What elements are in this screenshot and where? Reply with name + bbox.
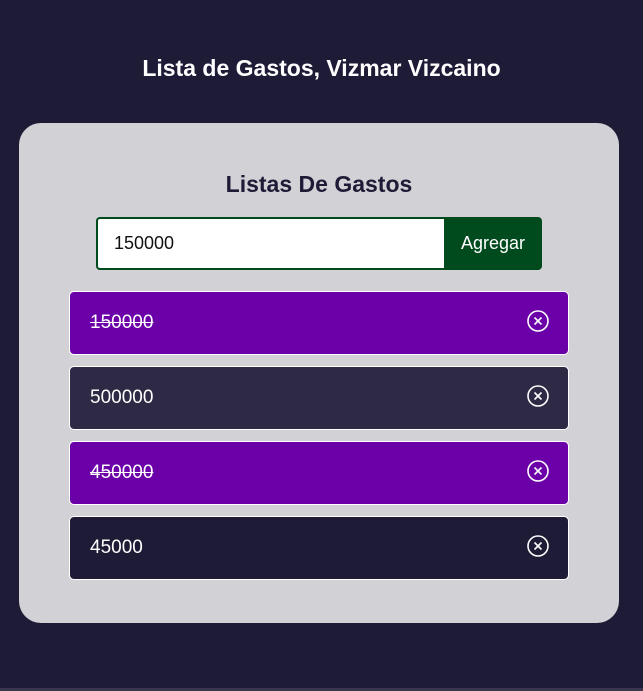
expense-amount: 450000 [90, 462, 154, 483]
expense-item[interactable]: 150000 [69, 291, 569, 355]
expense-amount: 500000 [90, 387, 154, 408]
close-circle-icon[interactable] [526, 384, 550, 408]
card-title: Listas De Gastos [225, 171, 413, 197]
add-button[interactable]: Agregar [444, 217, 542, 270]
expense-card: Listas De Gastos Agregar 150000 500000 [19, 123, 619, 623]
expense-list: 150000 500000 450000 45000 [69, 291, 569, 591]
expense-item[interactable]: 450000 [69, 441, 569, 505]
add-expense-form: Agregar [96, 217, 542, 270]
page-title: Lista de Gastos, Vizmar Vizcaino [142, 55, 501, 81]
expense-item[interactable]: 500000 [69, 366, 569, 430]
expense-input[interactable] [96, 217, 444, 270]
close-circle-icon[interactable] [526, 459, 550, 483]
expense-amount: 45000 [90, 537, 143, 558]
close-circle-icon[interactable] [526, 309, 550, 333]
close-circle-icon[interactable] [526, 534, 550, 558]
expense-item[interactable]: 45000 [69, 516, 569, 580]
expense-amount: 150000 [90, 312, 154, 333]
